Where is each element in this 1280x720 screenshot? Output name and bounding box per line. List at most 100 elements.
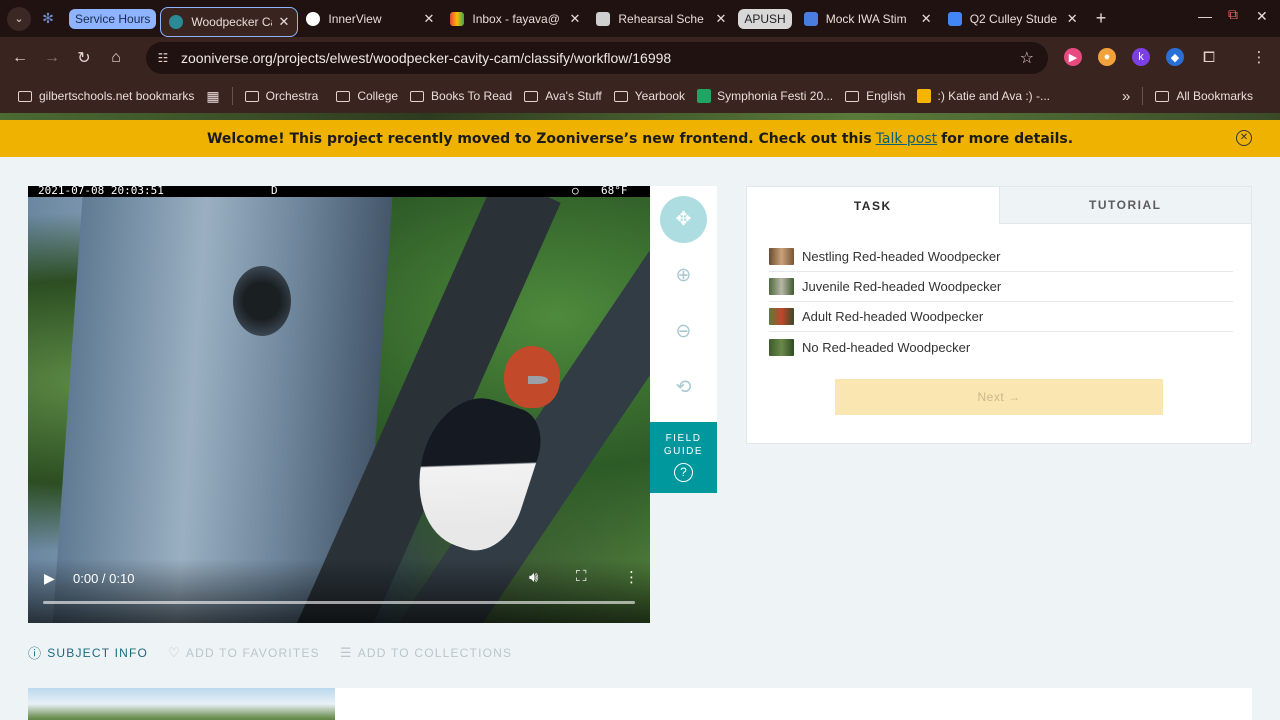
bookmark-folder[interactable]: English bbox=[845, 89, 905, 103]
extension-icon[interactable]: ◆ bbox=[1166, 48, 1184, 66]
folder-icon bbox=[244, 90, 259, 102]
new-tab-button[interactable]: + bbox=[1096, 8, 1107, 29]
gmail-icon bbox=[450, 11, 465, 26]
tab-woodpecker[interactable]: Woodpecker Ca ✕ bbox=[160, 7, 299, 37]
bookmark-folder[interactable]: Books To Read bbox=[410, 89, 512, 103]
viewer-toolbar: ✥ ⊕ ⊖ ⟲ bbox=[650, 186, 717, 422]
bookmark-folder[interactable]: Orchestra bbox=[244, 89, 318, 103]
reload-button[interactable]: ↻ bbox=[68, 48, 100, 68]
zoom-in-button[interactable]: ⊕ bbox=[660, 252, 707, 299]
choice-nestling[interactable]: Nestling Red-headed Woodpecker bbox=[769, 242, 1233, 272]
tab-group-service-hours[interactable]: Service Hours bbox=[69, 8, 157, 29]
bookmarks-bar: gilbertschools.net bookmarks ▦ Orchestra… bbox=[0, 79, 1280, 113]
bookmark-folder[interactable]: Yearbook bbox=[613, 89, 685, 103]
add-to-favorites-button[interactable]: ♡ ADD TO FAVORITES bbox=[168, 645, 320, 661]
play-button[interactable]: ▶ bbox=[44, 570, 55, 587]
back-button[interactable]: ← bbox=[4, 49, 36, 67]
fullscreen-icon[interactable]: ⛶ bbox=[576, 568, 587, 585]
cavity-hole bbox=[233, 266, 291, 336]
all-bookmarks-folder[interactable]: All Bookmarks bbox=[1155, 89, 1253, 103]
bookmark-link[interactable]: Symphonia Festi 20... bbox=[697, 89, 833, 103]
tab-mock-iwa[interactable]: Mock IWA Stim ✕ bbox=[796, 4, 940, 34]
banner-text: Welcome! This project recently moved to … bbox=[206, 130, 872, 147]
divider bbox=[231, 87, 233, 105]
zoom-out-icon: ⊖ bbox=[675, 321, 692, 342]
sheets-icon bbox=[697, 89, 712, 103]
tab-innerview[interactable]: InnerView ✕ bbox=[298, 4, 442, 34]
close-icon[interactable]: ✕ bbox=[1236, 130, 1252, 146]
bookmark-link[interactable]: :) Katie and Ava :) -... bbox=[917, 89, 1050, 103]
tab-gmail[interactable]: Inbox - fayava@ ✕ bbox=[442, 4, 588, 34]
close-icon[interactable]: ✕ bbox=[715, 11, 726, 27]
zoom-in-icon: ⊕ bbox=[675, 265, 692, 286]
close-icon[interactable]: ✕ bbox=[423, 11, 434, 27]
extension-icon[interactable]: k bbox=[1132, 48, 1150, 66]
kebab-menu-icon[interactable]: ⋮ bbox=[1250, 48, 1268, 66]
tab-task[interactable]: TASK bbox=[747, 187, 999, 224]
next-button[interactable]: Next → bbox=[835, 379, 1163, 415]
close-icon[interactable]: ✕ bbox=[278, 14, 289, 30]
restore-button[interactable]: ⧉ bbox=[1228, 6, 1238, 23]
task-tabs: TASK TUTORIAL bbox=[747, 187, 1251, 224]
home-button[interactable]: ⌂ bbox=[100, 49, 132, 67]
close-icon[interactable]: ✕ bbox=[921, 11, 932, 27]
tab-q2-culley[interactable]: Q2 Culley Stude ✕ bbox=[940, 4, 1086, 34]
field-guide-label: FIELD GUIDE bbox=[663, 433, 704, 457]
choice-thumbnail bbox=[769, 248, 794, 265]
info-icon: ⓘ bbox=[28, 646, 43, 661]
zooniverse-icon bbox=[169, 15, 184, 29]
camera-temperature: 68°F bbox=[601, 186, 628, 197]
address-bar[interactable]: ☷ zooniverse.org/projects/elwest/woodpec… bbox=[146, 42, 1048, 74]
tab-rehearsal[interactable]: Rehearsal Sche ✕ bbox=[588, 4, 734, 34]
close-window-button[interactable]: ✕ bbox=[1256, 8, 1268, 25]
choice-adult[interactable]: Adult Red-headed Woodpecker bbox=[769, 302, 1233, 332]
folder-icon bbox=[336, 90, 351, 102]
choice-thumbnail bbox=[769, 278, 794, 295]
choice-juvenile[interactable]: Juvenile Red-headed Woodpecker bbox=[769, 272, 1233, 302]
bookmark-star-icon[interactable]: ☆ bbox=[1020, 48, 1034, 68]
url-text[interactable]: zooniverse.org/projects/elwest/woodpecke… bbox=[181, 50, 671, 66]
close-icon[interactable]: ✕ bbox=[1067, 11, 1078, 27]
forward-button[interactable]: → bbox=[36, 49, 68, 67]
extension-icon[interactable]: ● bbox=[1098, 48, 1116, 66]
minimize-button[interactable]: — bbox=[1198, 8, 1212, 24]
subject-video[interactable]: 2021-07-08 20:03:51 D ○ 68°F ▶ 0:00 / 0:… bbox=[28, 186, 650, 623]
site-info-icon[interactable]: ☷ bbox=[149, 44, 177, 72]
tab-search-button[interactable]: ⌄ bbox=[7, 6, 31, 31]
reset-view-button[interactable]: ⟲ bbox=[660, 364, 707, 411]
zoom-out-button[interactable]: ⊖ bbox=[660, 308, 707, 355]
moon-icon: ○ bbox=[572, 186, 579, 197]
apps-button[interactable]: ▦ bbox=[206, 88, 219, 105]
volume-icon[interactable]: 🔊︎ bbox=[529, 569, 538, 586]
announcement-banner: Welcome! This project recently moved to … bbox=[0, 120, 1280, 157]
project-info-card bbox=[28, 688, 1252, 720]
tab-group-apush[interactable]: APUSH bbox=[738, 8, 792, 29]
choice-list: Nestling Red-headed Woodpecker Juvenile … bbox=[769, 242, 1233, 362]
bookmark-folder[interactable]: College bbox=[336, 89, 398, 103]
add-to-collections-button[interactable]: ☰ ADD TO COLLECTIONS bbox=[340, 645, 512, 661]
folder-icon bbox=[845, 90, 860, 102]
folder-icon bbox=[18, 90, 32, 102]
pinned-tab-icon[interactable]: ✻ bbox=[31, 10, 65, 27]
bookmark-folder[interactable]: gilbertschools.net bookmarks bbox=[18, 89, 194, 103]
extension-icon[interactable]: ▶ bbox=[1064, 48, 1082, 66]
subject-info-button[interactable]: ⓘ SUBJECT INFO bbox=[28, 643, 148, 662]
folder-icon bbox=[1155, 90, 1170, 102]
question-icon: ? bbox=[674, 463, 693, 482]
divider bbox=[1142, 87, 1144, 105]
tab-tutorial[interactable]: TUTORIAL bbox=[998, 187, 1251, 224]
more-bookmarks-button[interactable]: » bbox=[1122, 88, 1130, 105]
video-scrubber[interactable] bbox=[43, 601, 635, 604]
folder-icon bbox=[524, 90, 539, 102]
choice-none[interactable]: No Red-headed Woodpecker bbox=[769, 332, 1233, 362]
video-options-icon[interactable]: ⋮ bbox=[624, 568, 639, 586]
puzzle-icon[interactable]: ⧠ bbox=[1200, 48, 1218, 66]
video-controls bbox=[28, 559, 650, 623]
move-button[interactable]: ✥ bbox=[660, 196, 707, 243]
talk-post-link[interactable]: Talk post bbox=[876, 131, 938, 147]
folder-icon bbox=[410, 90, 425, 102]
bookmark-folder[interactable]: Ava's Stuff bbox=[524, 89, 602, 103]
field-guide-button[interactable]: FIELD GUIDE ? bbox=[650, 422, 717, 493]
close-icon[interactable]: ✕ bbox=[569, 11, 580, 27]
innerview-icon bbox=[306, 11, 321, 26]
